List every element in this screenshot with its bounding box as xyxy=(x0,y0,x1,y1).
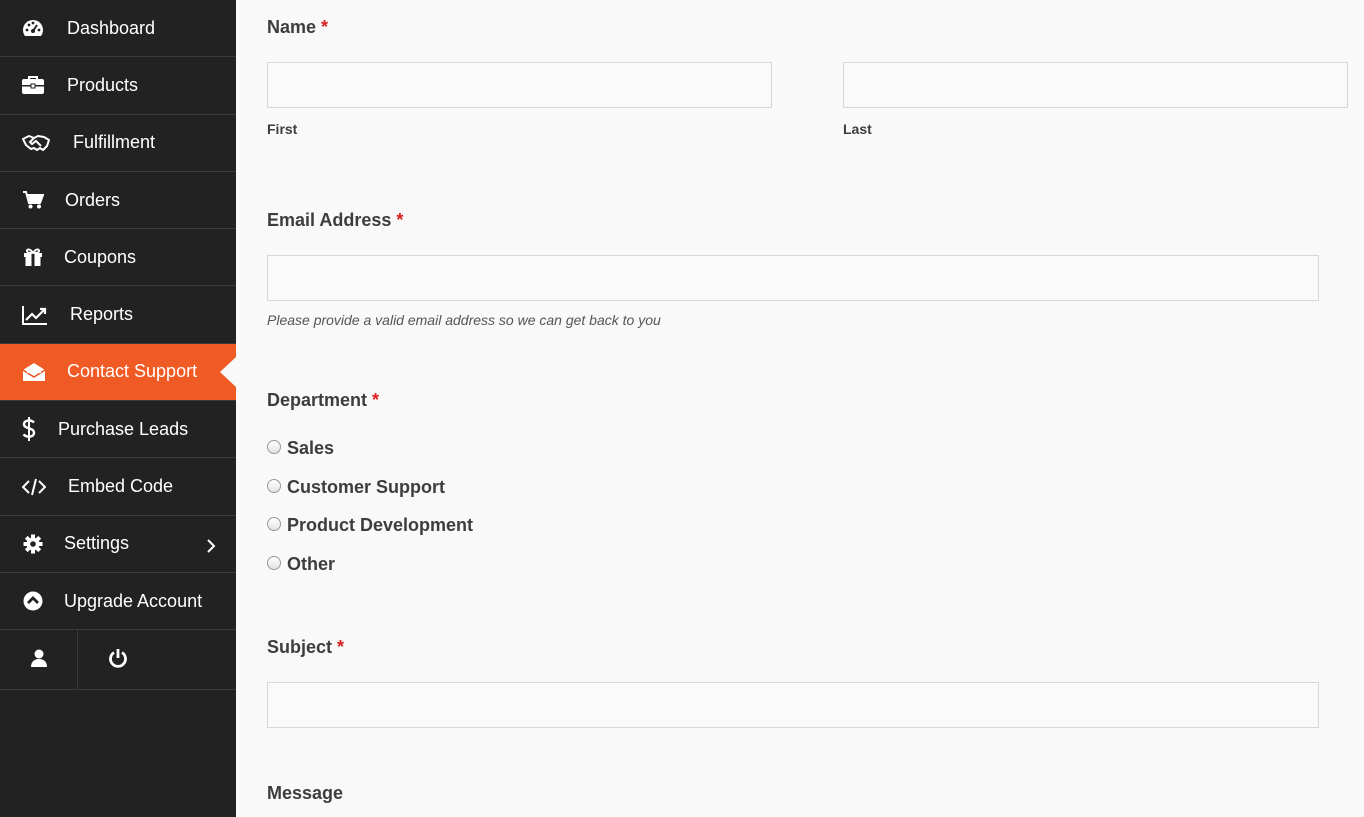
profile-button[interactable] xyxy=(0,630,78,691)
chevron-right-icon xyxy=(206,537,216,553)
sidebar-item-coupons[interactable]: Coupons xyxy=(0,229,236,287)
contact-support-form: Name * First Last Email Address * Please… xyxy=(236,0,1364,817)
required-mark: * xyxy=(396,210,404,230)
sidebar-item-label: Purchase Leads xyxy=(58,418,189,439)
sidebar-item-products[interactable]: Products xyxy=(0,57,236,115)
first-name-sub-label: First xyxy=(267,121,298,137)
radio-button[interactable] xyxy=(267,555,281,570)
first-name-input[interactable] xyxy=(267,62,772,108)
envelope-open-icon xyxy=(22,361,46,383)
user-icon xyxy=(30,649,47,672)
sidebar: Dashboard Products Fulfillment Orders Co… xyxy=(0,0,236,817)
power-icon xyxy=(108,648,128,673)
sidebar-item-contact-support[interactable]: Contact Support xyxy=(0,343,236,402)
department-label: Department * xyxy=(267,390,380,410)
department-option-product-development[interactable]: Product Development xyxy=(267,515,473,536)
chevron-up-circle-icon xyxy=(22,590,44,612)
sidebar-item-label: Upgrade Account xyxy=(64,590,203,611)
sidebar-item-label: Orders xyxy=(65,189,121,210)
email-label: Email Address * xyxy=(267,210,404,230)
sidebar-item-label: Dashboard xyxy=(67,17,156,38)
logout-button[interactable] xyxy=(78,630,158,690)
sidebar-item-purchase-leads[interactable]: Purchase Leads xyxy=(0,401,236,459)
sidebar-item-orders[interactable]: Orders xyxy=(0,172,236,230)
department-option-other[interactable]: Other xyxy=(267,554,335,575)
last-name-input[interactable] xyxy=(843,62,1348,108)
sidebar-item-label: Reports xyxy=(70,304,134,325)
cart-icon xyxy=(22,189,44,211)
required-mark: * xyxy=(372,390,380,410)
sidebar-item-fulfillment[interactable]: Fulfillment xyxy=(0,115,236,172)
last-name-sub-label: Last xyxy=(843,121,872,137)
email-input[interactable] xyxy=(267,255,1319,301)
subject-input[interactable] xyxy=(267,682,1319,728)
name-label: Name * xyxy=(267,17,329,37)
email-help-text: Please provide a valid email address so … xyxy=(267,312,661,328)
sidebar-item-settings[interactable]: Settings xyxy=(0,516,236,573)
required-mark: * xyxy=(321,17,329,37)
handshake-icon xyxy=(22,132,50,154)
sidebar-item-reports[interactable]: Reports xyxy=(0,286,236,344)
sidebar-item-label: Embed Code xyxy=(68,476,174,497)
code-icon xyxy=(22,476,46,498)
sidebar-item-dashboard[interactable]: Dashboard xyxy=(0,0,236,58)
dollar-icon xyxy=(22,417,36,442)
sidebar-footer xyxy=(0,630,236,691)
department-option-sales[interactable]: Sales xyxy=(267,438,334,459)
sidebar-item-label: Settings xyxy=(64,533,130,554)
dashboard-icon xyxy=(22,17,44,39)
sidebar-item-upgrade-account[interactable]: Upgrade Account xyxy=(0,573,236,631)
subject-label: Subject * xyxy=(267,637,345,657)
sidebar-item-embed-code[interactable]: Embed Code xyxy=(0,458,236,516)
radio-button[interactable] xyxy=(267,439,281,454)
required-mark: * xyxy=(337,637,345,657)
sidebar-item-label: Contact Support xyxy=(67,361,198,382)
gift-icon xyxy=(22,246,44,268)
message-label: Message xyxy=(267,783,344,803)
gear-icon xyxy=(22,533,44,555)
sidebar-item-label: Products xyxy=(67,74,139,95)
radio-button[interactable] xyxy=(267,516,281,531)
line-chart-icon xyxy=(22,304,48,326)
sidebar-item-label: Coupons xyxy=(64,246,137,267)
department-option-customer-support[interactable]: Customer Support xyxy=(267,477,445,498)
briefcase-icon xyxy=(22,74,44,96)
radio-button[interactable] xyxy=(267,478,281,493)
sidebar-item-label: Fulfillment xyxy=(73,132,156,153)
